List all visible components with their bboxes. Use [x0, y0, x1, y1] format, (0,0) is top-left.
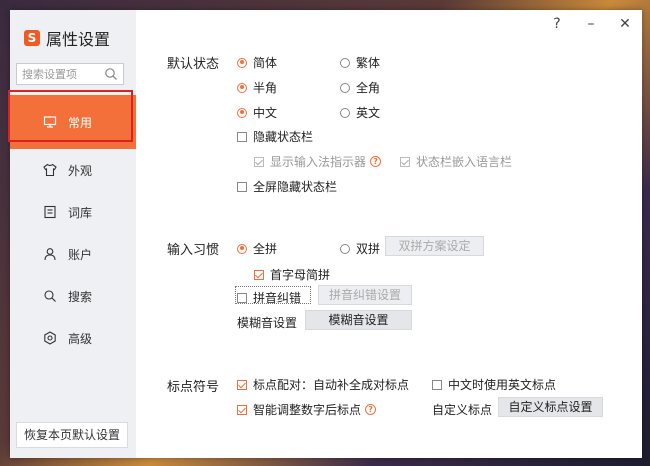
checkbox-unchecked-icon — [432, 379, 442, 390]
search-icon[interactable] — [104, 67, 118, 81]
section-title-input-habit: 输入习惯 — [167, 243, 220, 258]
checkbox-show-indicator[interactable]: 显示输入法指示器 ? — [254, 153, 382, 170]
radio-checked-icon — [237, 107, 247, 118]
checkbox-hide-status-bar[interactable]: 隐藏状态栏 — [237, 128, 313, 145]
section-title-default-state: 默认状态 — [167, 57, 220, 72]
checkbox-auto-pair-punct[interactable]: 标点配对：自动补全成对标点 — [237, 376, 409, 393]
sidebar-item-label: 外观 — [68, 163, 93, 178]
option-label: 隐藏状态栏 — [253, 130, 314, 144]
checkbox-fullscreen-hide[interactable]: 全屏隐藏状态栏 — [237, 178, 337, 195]
help-icon[interactable]: ? — [370, 156, 382, 167]
search-icon — [44, 290, 56, 302]
radio-checked-icon — [237, 57, 247, 68]
radio-traditional[interactable]: 繁体 — [340, 54, 380, 71]
fuzzy-pinyin-label: 模糊音设置 — [237, 316, 298, 330]
checkbox-unchecked-icon — [237, 131, 247, 142]
option-label: 显示输入法指示器 — [270, 155, 367, 169]
restore-defaults-button[interactable]: 恢复本页默认设置 — [16, 422, 128, 448]
option-label: 智能调整数字后标点 — [253, 403, 362, 417]
option-label: 半角 — [253, 81, 278, 95]
option-label: 简体 — [253, 56, 278, 70]
checkbox-pinyin-correction[interactable]: 拼音纠错 — [237, 289, 301, 306]
dictionary-icon — [44, 205, 56, 219]
double-pinyin-settings-button[interactable]: 双拼方案设定 — [385, 236, 484, 256]
radio-english[interactable]: 英文 — [340, 104, 380, 121]
radio-simplified[interactable]: 简体 — [237, 54, 277, 71]
option-label: 繁体 — [356, 56, 381, 70]
checkbox-checked-icon — [254, 156, 264, 167]
help-icon[interactable]: ? — [365, 404, 377, 415]
checkbox-checked-icon — [237, 404, 247, 415]
app-title: 属性设置 — [46, 30, 111, 49]
sidebar-item-label: 常用 — [68, 115, 93, 130]
option-label: 全拼 — [253, 242, 278, 256]
sidebar-item-label: 词库 — [68, 205, 93, 220]
option-label: 标点配对：自动补全成对标点 — [253, 378, 410, 392]
option-label: 状态栏嵌入语言栏 — [416, 155, 513, 169]
settings-window: S 属性设置 常用 外观 — [8, 10, 642, 458]
monitor-icon — [43, 116, 57, 128]
sidebar-item-account[interactable]: 账户 — [10, 233, 136, 275]
option-label: 全屏隐藏状态栏 — [253, 180, 338, 194]
checkbox-initial-abbrev[interactable]: 首字母简拼 — [254, 266, 330, 283]
main-panel: 默认状态 简体 繁体 半角 全角 中文 英文 隐藏状态栏 显示输入法指示器 ? … — [136, 10, 642, 458]
checkbox-unchecked-icon — [237, 181, 247, 192]
checkbox-embed-language-bar[interactable]: 状态栏嵌入语言栏 — [400, 153, 512, 170]
sidebar-item-common[interactable]: 常用 — [10, 95, 136, 149]
correction-settings-button[interactable]: 拼音纠错设置 — [318, 285, 412, 305]
sidebar: S 属性设置 常用 外观 — [8, 10, 136, 458]
custom-punct-settings-button[interactable]: 自定义标点设置 — [498, 397, 603, 417]
option-label: 拼音纠错 — [253, 291, 302, 305]
sidebar-item-search[interactable]: 搜索 — [10, 275, 136, 317]
radio-checked-icon — [237, 243, 247, 254]
sidebar-item-advanced[interactable]: 高级 — [10, 317, 136, 359]
search-input[interactable] — [17, 64, 106, 84]
option-label: 中文时使用英文标点 — [448, 378, 557, 392]
section-title-punctuation: 标点符号 — [167, 380, 220, 395]
checkbox-checked-icon — [237, 379, 247, 390]
gear-icon — [44, 331, 56, 345]
custom-punct-label: 自定义标点 — [432, 403, 493, 417]
radio-full-pinyin[interactable]: 全拼 — [237, 240, 277, 257]
checkbox-smart-after-digit[interactable]: 智能调整数字后标点 ? — [237, 401, 377, 418]
sidebar-item-label: 高级 — [68, 331, 93, 346]
radio-unchecked-icon — [340, 82, 350, 93]
radio-full-width[interactable]: 全角 — [340, 79, 380, 96]
fuzzy-pinyin-settings-button[interactable]: 模糊音设置 — [305, 310, 412, 330]
checkbox-checked-icon — [400, 156, 410, 167]
app-logo: S 属性设置 — [24, 26, 110, 50]
radio-half-width[interactable]: 半角 — [237, 79, 277, 96]
sidebar-item-appearance[interactable]: 外观 — [10, 149, 136, 191]
search-box — [16, 63, 124, 85]
option-label: 首字母简拼 — [270, 268, 331, 282]
option-label: 中文 — [253, 106, 278, 120]
sidebar-item-dictionary[interactable]: 词库 — [10, 191, 136, 233]
user-icon — [44, 248, 56, 261]
shirt-icon — [43, 163, 57, 177]
radio-double-pinyin[interactable]: 双拼 — [340, 240, 380, 257]
option-label: 英文 — [356, 106, 381, 120]
sogou-logo-icon: S — [24, 30, 40, 46]
sidebar-item-label: 账户 — [68, 247, 93, 262]
radio-unchecked-icon — [340, 107, 350, 118]
radio-chinese[interactable]: 中文 — [237, 104, 277, 121]
radio-checked-icon — [237, 82, 247, 93]
radio-unchecked-icon — [340, 243, 350, 254]
option-label: 全角 — [356, 81, 381, 95]
option-label: 双拼 — [356, 242, 381, 256]
checkbox-unchecked-icon — [237, 292, 247, 303]
radio-unchecked-icon — [340, 57, 350, 68]
sidebar-item-label: 搜索 — [68, 289, 93, 304]
checkbox-english-punct-in-chinese[interactable]: 中文时使用英文标点 — [432, 376, 556, 393]
checkbox-checked-icon — [254, 269, 264, 280]
sidebar-nav: 常用 外观 词库 账户 搜索 高级 — [10, 95, 136, 359]
